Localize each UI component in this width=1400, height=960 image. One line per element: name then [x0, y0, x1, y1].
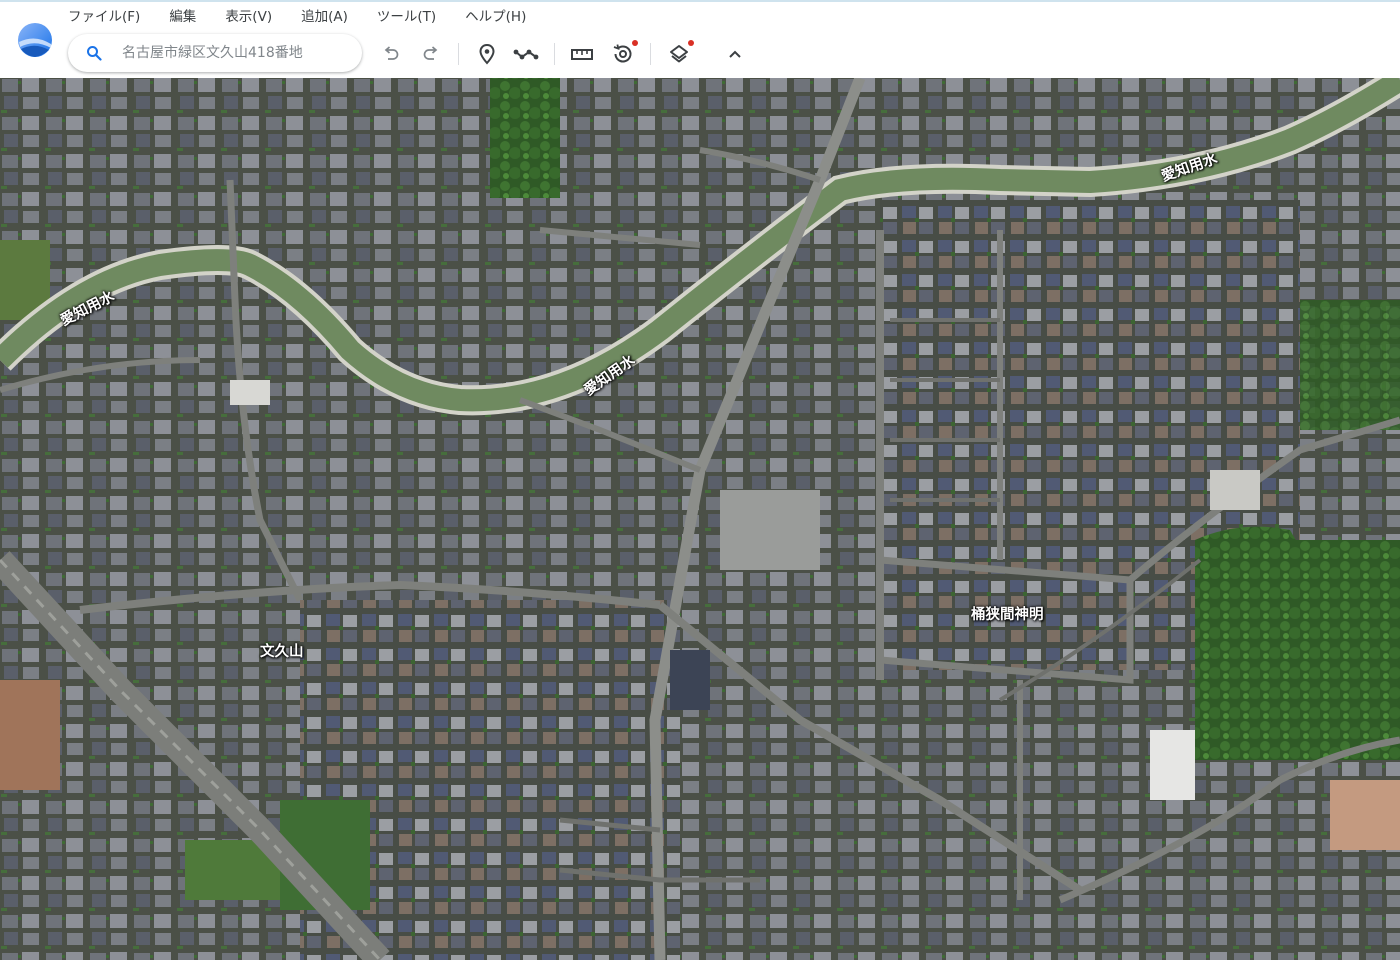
undo-icon — [384, 46, 399, 60]
layers-button[interactable] — [666, 40, 694, 66]
menu-edit[interactable]: 編集 — [161, 6, 204, 28]
placemark-pin-icon — [479, 43, 495, 65]
toolbar-divider — [458, 43, 459, 65]
earth-app-window: ファイル(F) 編集 表示(V) 追加(A) ツール(T) ヘルプ(H) 名古屋… — [0, 0, 1400, 960]
search-input[interactable] — [122, 38, 342, 68]
district-label-okehazama-shinmei: 桶狭間神明 — [971, 607, 1044, 623]
ruler-icon — [571, 49, 593, 60]
redo-icon — [423, 46, 438, 60]
menu-file[interactable]: ファイル(F) — [60, 6, 148, 28]
path-icon — [513, 49, 539, 60]
menu-view[interactable]: 表示(V) — [217, 6, 280, 28]
redo-button[interactable] — [418, 42, 444, 66]
menu-bar: ファイル(F) 編集 表示(V) 追加(A) ツール(T) ヘルプ(H) — [60, 5, 547, 29]
toolbar-divider — [650, 43, 651, 65]
earth-logo-icon[interactable] — [17, 22, 53, 58]
map-imagery — [0, 78, 1400, 960]
add-placemark-button[interactable] — [474, 42, 500, 66]
historical-imagery-button[interactable] — [610, 40, 638, 66]
menu-add[interactable]: 追加(A) — [293, 6, 356, 28]
undo-button[interactable] — [378, 42, 404, 66]
search-box[interactable] — [68, 34, 362, 72]
menu-tools[interactable]: ツール(T) — [369, 6, 444, 28]
app-header: ファイル(F) 編集 表示(V) 追加(A) ツール(T) ヘルプ(H) — [0, 0, 1400, 78]
menu-help[interactable]: ヘルプ(H) — [457, 6, 534, 28]
satellite-map-view[interactable]: 愛知用水 愛知用水 愛知用水 文久山 桶狭間神明 — [0, 78, 1400, 960]
measure-button[interactable] — [569, 42, 595, 66]
collapse-toolbar-button[interactable] — [722, 42, 748, 66]
toolbar-row — [68, 34, 362, 72]
chevron-up-icon — [729, 50, 741, 58]
historical-imagery-icon — [613, 44, 632, 63]
layers-icon — [670, 45, 688, 63]
draw-path-button[interactable] — [513, 42, 539, 66]
toolbar-divider — [554, 43, 555, 65]
notification-dot — [688, 40, 694, 46]
search-icon[interactable] — [85, 44, 103, 62]
district-label-bunkyuyama: 文久山 — [260, 644, 304, 660]
notification-dot — [632, 40, 638, 46]
